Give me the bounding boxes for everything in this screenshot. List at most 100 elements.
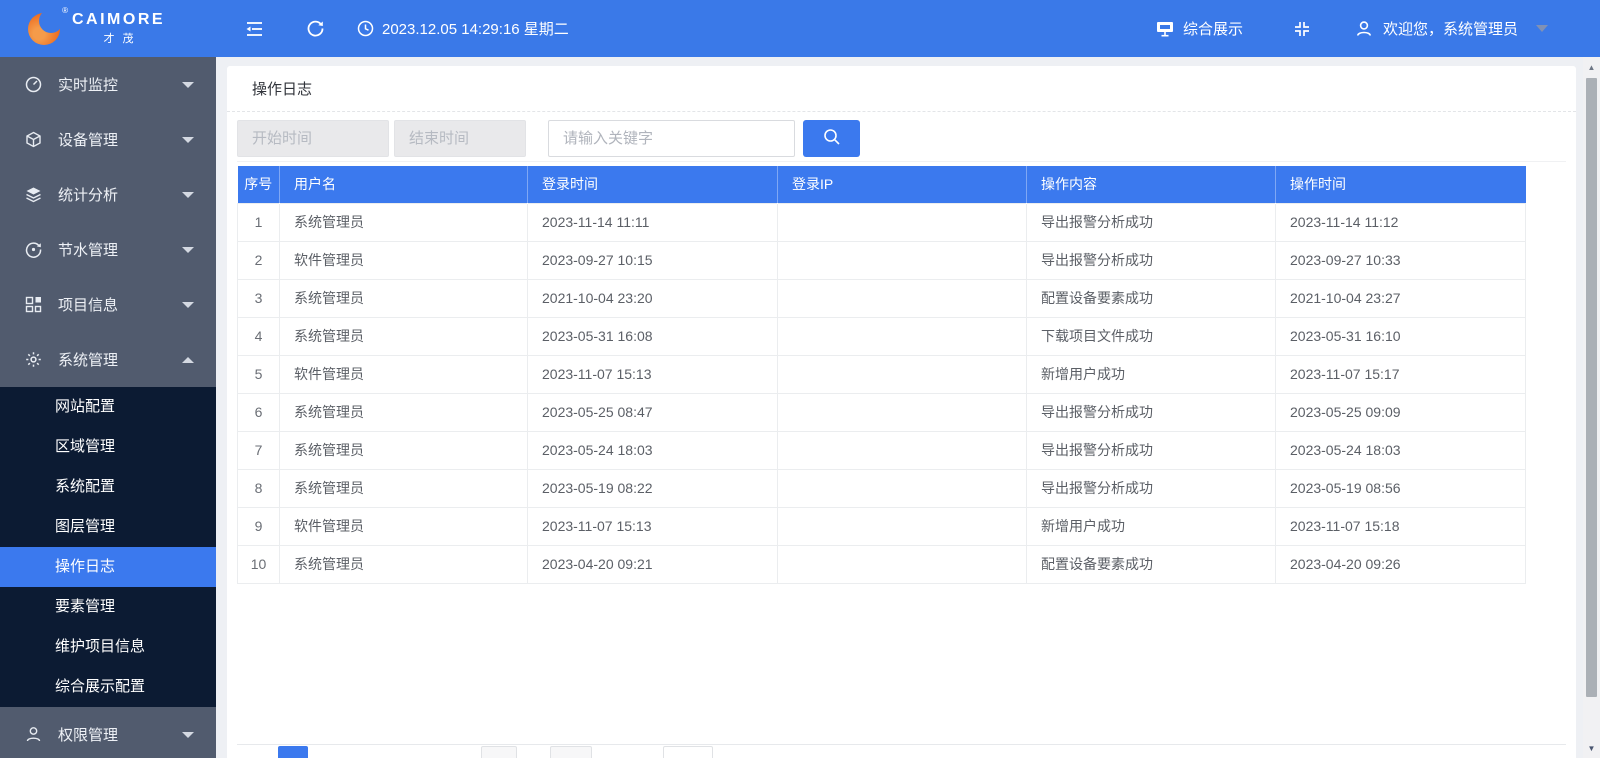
chevron-up-icon [182, 356, 194, 363]
sidebar-item-permission-management[interactable]: 权限管理 [0, 707, 216, 758]
sidebar-item-label: 实时监控 [58, 77, 119, 94]
cell-login-time: 2023-11-14 11:11 [527, 202, 778, 242]
table-row: 5 软件管理员 2023-11-07 15:13 新增用户成功 2023-11-… [237, 354, 1526, 394]
table-row: 10 系统管理员 2023-04-20 09:21 配置设备要素成功 2023-… [237, 544, 1526, 584]
cell-login-time: 2021-10-04 23:20 [527, 278, 778, 318]
table-row: 7 系统管理员 2023-05-24 18:03 导出报警分析成功 2023-0… [237, 430, 1526, 470]
cell-operation-time: 2021-10-04 23:27 [1275, 278, 1526, 318]
sidebar-item-label: 权限管理 [58, 727, 119, 744]
cell-login-ip [777, 430, 1027, 470]
cell-operation-time: 2023-05-24 18:03 [1275, 430, 1526, 470]
cell-operation-time: 2023-11-07 15:17 [1275, 354, 1526, 394]
cell-login-ip [777, 202, 1027, 242]
chevron-down-icon [182, 136, 194, 143]
cell-login-ip [777, 506, 1027, 546]
cell-operation-time: 2023-11-07 15:18 [1275, 506, 1526, 546]
refresh-icon[interactable] [306, 19, 325, 38]
user-icon [1355, 20, 1373, 38]
brand-name: CAIMORE [72, 11, 166, 28]
sidebar-item-water-saving[interactable]: 节水管理 [0, 222, 216, 277]
chevron-down-icon [182, 191, 194, 198]
search-bar [237, 120, 1566, 162]
pagination-active-page[interactable] [278, 746, 308, 758]
scrollbar-down-arrow-icon[interactable]: ▼ [1583, 740, 1600, 756]
table-row: 9 软件管理员 2023-11-07 15:13 新增用户成功 2023-11-… [237, 506, 1526, 546]
scrollbar-up-arrow-icon[interactable]: ▲ [1583, 59, 1600, 75]
welcome-text: 欢迎您，系统管理员 [1382, 21, 1518, 38]
pagination-button-3[interactable] [663, 746, 713, 758]
fullscreen-icon[interactable] [1293, 20, 1311, 38]
end-time-input[interactable] [394, 120, 526, 157]
comprehensive-display-button[interactable]: 综合展示 [1156, 18, 1243, 39]
sidebar-item-project-info[interactable]: 项目信息 [0, 277, 216, 332]
pagination-button-1[interactable] [481, 746, 517, 758]
sidebar-item-label: 系统管理 [58, 352, 119, 369]
chevron-down-icon [182, 246, 194, 253]
search-button[interactable] [803, 120, 860, 157]
cycle-icon [25, 241, 42, 258]
cell-operation-time: 2023-11-14 11:12 [1275, 202, 1526, 242]
cell-login-time: 2023-09-27 10:15 [527, 240, 778, 280]
cell-login-ip [777, 316, 1027, 356]
datetime-display: 2023.12.05 14:29:16 星期二 [357, 18, 569, 39]
gauge-icon [25, 76, 42, 93]
cell-username: 软件管理员 [279, 354, 528, 394]
cell-username: 系统管理员 [279, 468, 528, 508]
sidebar-item-system-management[interactable]: 系统管理 [0, 332, 216, 387]
table-row: 6 系统管理员 2023-05-25 08:47 导出报警分析成功 2023-0… [237, 392, 1526, 432]
vertical-scrollbar[interactable]: ▲ ▼ [1583, 57, 1600, 758]
cell-operation-time: 2023-09-27 10:33 [1275, 240, 1526, 280]
start-time-input[interactable] [237, 120, 389, 157]
submenu-item-element-management[interactable]: 要素管理 [0, 587, 216, 627]
sidebar-item-realtime-monitor[interactable]: 实时监控 [0, 57, 216, 112]
submenu-item-operation-log[interactable]: 操作日志 [0, 547, 216, 587]
cell-index: 6 [237, 392, 280, 432]
cell-login-time: 2023-05-25 08:47 [527, 392, 778, 432]
column-header-operation-time: 操作时间 [1275, 166, 1526, 203]
cell-operation: 新增用户成功 [1026, 506, 1276, 546]
pagination-button-2[interactable] [550, 746, 592, 758]
cell-login-ip [777, 278, 1027, 318]
layers-icon [25, 186, 42, 203]
user-menu[interactable]: 欢迎您，系统管理员 [1355, 18, 1548, 39]
column-header-login-time: 登录时间 [527, 166, 778, 203]
gear-icon [25, 351, 42, 368]
submenu-item-layer-management[interactable]: 图层管理 [0, 507, 216, 547]
system-management-submenu: 网站配置 区域管理 系统配置 图层管理 操作日志 要素管理 维护项目信息 综合展… [0, 387, 216, 707]
cell-operation-time: 2023-05-25 09:09 [1275, 392, 1526, 432]
submenu-item-website-config[interactable]: 网站配置 [0, 387, 216, 427]
cell-index: 3 [237, 278, 280, 318]
submenu-item-system-config[interactable]: 系统配置 [0, 467, 216, 507]
cell-operation: 导出报警分析成功 [1026, 468, 1276, 508]
user-dropdown-caret-icon [1536, 25, 1548, 32]
submenu-item-region-management[interactable]: 区域管理 [0, 427, 216, 467]
brand-subtitle: 才茂 [103, 33, 142, 45]
sidebar-item-device-management[interactable]: 设备管理 [0, 112, 216, 167]
cell-login-time: 2023-04-20 09:21 [527, 544, 778, 584]
collapse-menu-icon[interactable] [244, 20, 264, 38]
submenu-item-maintain-project-info[interactable]: 维护项目信息 [0, 627, 216, 667]
registered-mark: ® [62, 5, 68, 15]
column-header-login-ip: 登录IP [777, 166, 1027, 203]
comprehensive-display-label: 综合展示 [1182, 21, 1243, 38]
scrollbar-thumb[interactable] [1586, 78, 1597, 697]
sidebar-item-label: 项目信息 [58, 297, 119, 314]
cell-login-time: 2023-11-07 15:13 [527, 506, 778, 546]
table-row: 1 系统管理员 2023-11-14 11:11 导出报警分析成功 2023-1… [237, 202, 1526, 242]
cell-login-ip [777, 468, 1027, 508]
table-row: 8 系统管理员 2023-05-19 08:22 导出报警分析成功 2023-0… [237, 468, 1526, 508]
column-header-operation: 操作内容 [1026, 166, 1276, 203]
cell-operation-time: 2023-05-19 08:56 [1275, 468, 1526, 508]
cell-username: 系统管理员 [279, 392, 528, 432]
cell-username: 系统管理员 [279, 316, 528, 356]
page-title: 操作日志 [227, 66, 1576, 112]
cell-operation-time: 2023-04-20 09:26 [1275, 544, 1526, 584]
cell-index: 2 [237, 240, 280, 280]
submenu-item-comprehensive-display-config[interactable]: 综合展示配置 [0, 667, 216, 707]
sidebar-item-statistics[interactable]: 统计分析 [0, 167, 216, 222]
cell-index: 9 [237, 506, 280, 546]
keyword-input[interactable] [548, 120, 795, 157]
search-icon [822, 127, 842, 150]
cell-index: 7 [237, 430, 280, 470]
cell-login-ip [777, 240, 1027, 280]
